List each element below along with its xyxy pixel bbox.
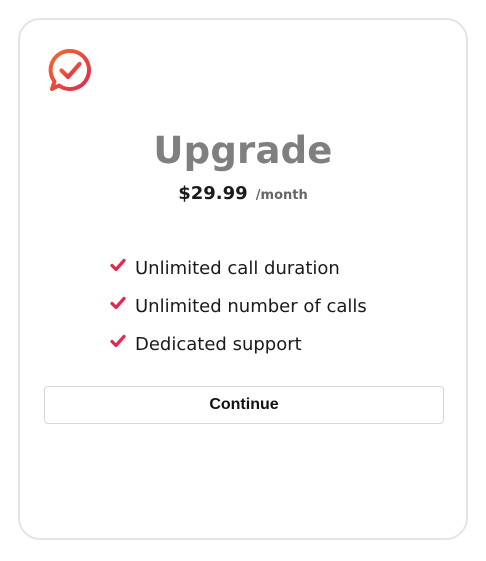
check-icon — [110, 296, 126, 310]
list-item: Unlimited number of calls — [110, 294, 367, 318]
feature-label: Unlimited call duration — [135, 257, 340, 279]
chat-bubble-check-icon — [48, 48, 91, 91]
feature-label: Dedicated support — [135, 333, 302, 355]
price-row: $29.99 /month — [20, 182, 466, 208]
check-icon — [110, 334, 126, 348]
upgrade-card: Upgrade $29.99 /month Unlimited call dur… — [18, 18, 468, 540]
continue-button[interactable]: Continue — [44, 386, 444, 424]
check-icon — [110, 258, 126, 272]
list-item: Dedicated support — [110, 332, 367, 356]
list-item: Unlimited call duration — [110, 256, 367, 280]
feature-list: Unlimited call duration Unlimited number… — [110, 256, 367, 370]
price-amount: $29.99 — [178, 183, 248, 204]
page-title: Upgrade — [153, 129, 333, 172]
price-period: /month — [255, 188, 308, 203]
feature-label: Unlimited number of calls — [135, 295, 367, 317]
